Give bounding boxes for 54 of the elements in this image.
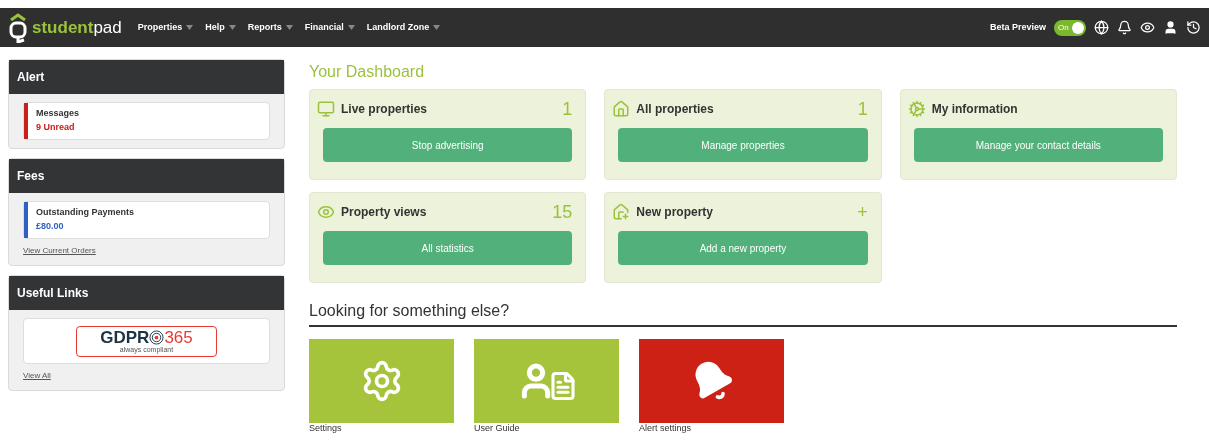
card-count: 1: [857, 97, 868, 121]
card-title: All properties: [636, 101, 714, 118]
nav-menu[interactable]: Help: [205, 20, 236, 35]
card-title: Property views: [341, 204, 427, 221]
brand-name[interactable]: studentpad: [32, 14, 122, 41]
card-value: 9 Unread: [36, 120, 76, 134]
nav-menu[interactable]: Properties: [137, 20, 194, 35]
card-count: 15: [552, 200, 573, 224]
monitor-icon: [317, 100, 335, 118]
card-title: Live properties: [341, 101, 428, 118]
tile-label: Alert settings: [639, 423, 693, 435]
tile-label: Settings: [309, 423, 343, 435]
house-icon: [612, 100, 631, 118]
card-title: My information: [931, 101, 1018, 118]
tile-label: User Guide: [474, 423, 521, 435]
caret-icon: [186, 25, 194, 30]
caret-icon: [433, 25, 441, 30]
eye-icon[interactable]: [1140, 20, 1155, 35]
nav-menu[interactable]: Financial: [304, 20, 355, 35]
card-count: 1: [562, 97, 573, 121]
dashboard-title: Your Dashboard: [309, 64, 426, 80]
beta-preview-label: Beta Preview: [989, 20, 1046, 34]
gear-icon: [907, 100, 926, 118]
summary-card[interactable]: Outstanding Payments £80.00: [23, 201, 270, 239]
globe-icon[interactable]: [1094, 20, 1109, 35]
notification-icon[interactable]: [1117, 20, 1132, 35]
summary-card[interactable]: Messages 9 Unread: [23, 102, 270, 140]
nav-menu[interactable]: Reports: [247, 20, 293, 35]
logo-icon: [8, 12, 28, 43]
caret-icon: [285, 25, 293, 30]
shortcut-tile[interactable]: Alert settings: [639, 339, 784, 435]
nav-menu[interactable]: Landlord Zone: [366, 20, 441, 35]
section-heading: Looking for something else?: [309, 299, 1177, 327]
card-title: New property: [636, 204, 713, 221]
shortcut-tile[interactable]: Settings: [309, 339, 454, 435]
shortcut-tile[interactable]: User Guide: [474, 339, 619, 435]
caret-icon: [228, 25, 236, 30]
house-plus-icon: [612, 203, 631, 221]
caret-icon: [347, 25, 355, 30]
eye-icon: [317, 203, 335, 221]
panel-title: Useful Links: [17, 285, 89, 302]
card-value: £80.00: [36, 219, 65, 233]
panel-link[interactable]: View Current Orders: [23, 245, 270, 257]
logo-number: 365: [164, 329, 193, 346]
panel-link[interactable]: View All: [23, 370, 270, 382]
card-title: Messages: [36, 107, 80, 120]
logo-word: GDPR: [100, 329, 150, 346]
card-count: +: [857, 200, 868, 224]
panel-title: Fees: [17, 168, 45, 185]
user-icon[interactable]: [1163, 20, 1178, 35]
panel-title: Alert: [17, 69, 45, 86]
fingerprint-icon: [149, 330, 165, 345]
history-icon[interactable]: [1186, 20, 1201, 35]
card-title: Outstanding Payments: [36, 206, 134, 219]
